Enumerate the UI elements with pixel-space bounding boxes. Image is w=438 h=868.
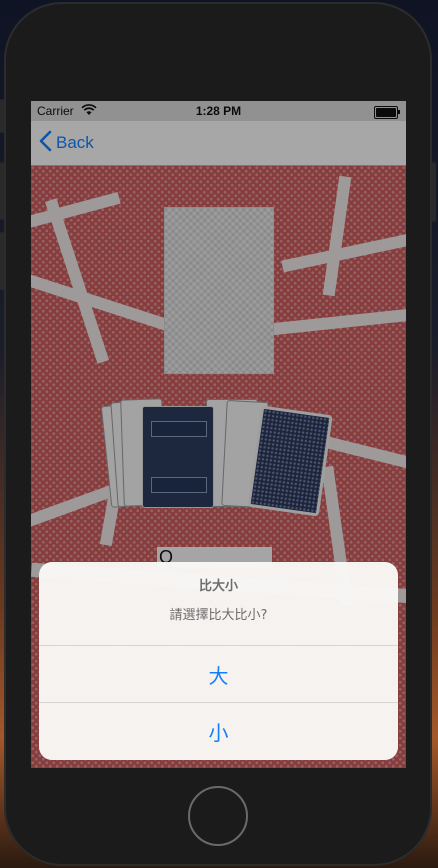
mute-switch (0, 99, 4, 133)
volume-down-button (0, 232, 4, 290)
alert-dialog: 比大小 請選擇比大比小? 大 小 (39, 562, 398, 760)
home-button[interactable] (188, 786, 248, 846)
alert-title: 比大小 (198, 579, 238, 594)
power-button (432, 162, 436, 222)
alert-action-small[interactable]: 小 (39, 702, 398, 760)
device-screen: Carrier 1:28 PM Back Q 比大小 請選擇比大比小? 大 小 (31, 101, 406, 768)
alert-header: 比大小 請選擇比大比小? (39, 562, 398, 644)
alert-action-big[interactable]: 大 (39, 645, 398, 703)
alert-message: 請選擇比大比小? (169, 608, 268, 623)
volume-up-button (0, 162, 4, 220)
